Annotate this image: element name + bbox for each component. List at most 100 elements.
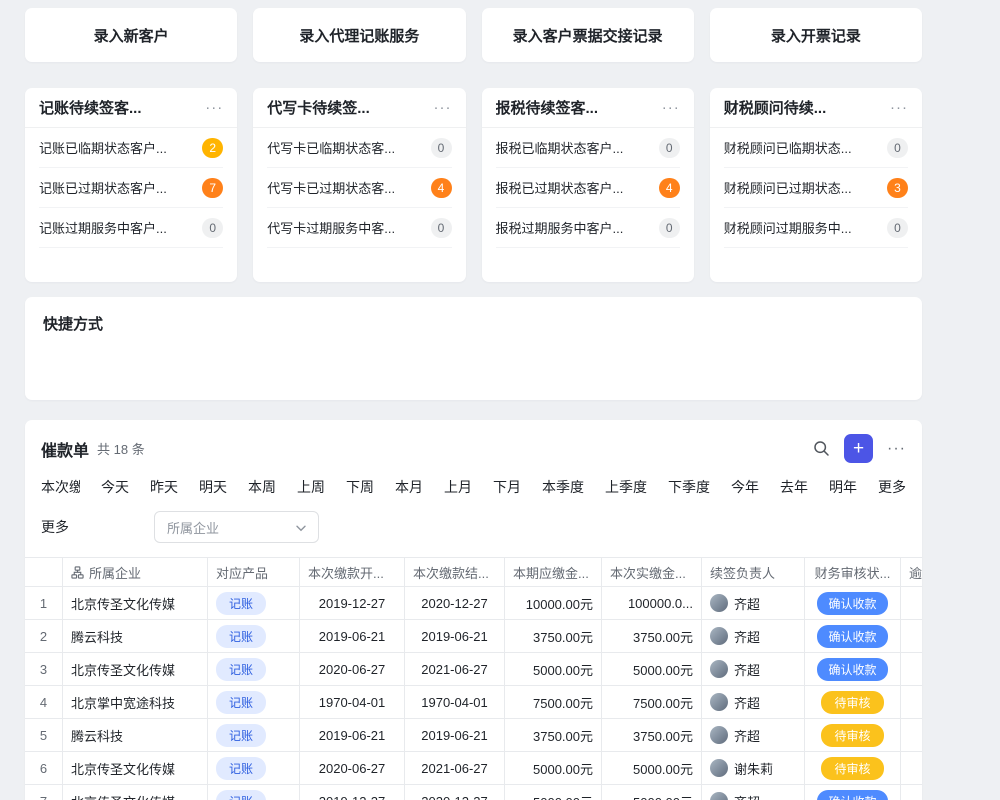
overdue-cell[interactable] bbox=[901, 620, 922, 652]
pay-end-cell[interactable]: 2021-06-27 bbox=[405, 653, 505, 685]
pay-end-cell[interactable]: 1970-04-01 bbox=[405, 686, 505, 718]
company-cell[interactable]: 腾云科技 bbox=[63, 620, 208, 652]
pay-start-cell[interactable]: 2019-12-27 bbox=[300, 785, 405, 800]
overdue-cell[interactable] bbox=[901, 686, 922, 718]
amount-due-cell[interactable]: 7500.00元 bbox=[505, 686, 602, 718]
amount-due-cell[interactable]: 10000.00元 bbox=[505, 587, 602, 619]
more-menu-icon[interactable]: ··· bbox=[205, 99, 223, 116]
filter-next-quarter[interactable]: 下季度 bbox=[668, 477, 710, 497]
pay-end-cell[interactable]: 2019-06-21 bbox=[405, 620, 505, 652]
filter-last-week[interactable]: 上周 bbox=[297, 477, 325, 497]
stat-item[interactable]: 报税过期服务中客户... 0 bbox=[496, 208, 680, 248]
amount-paid-cell[interactable]: 5000.00元 bbox=[602, 653, 702, 685]
finance-status-column-header[interactable]: 财务审核状... bbox=[805, 558, 901, 586]
company-cell[interactable]: 北京传圣文化传媒 bbox=[63, 653, 208, 685]
more-menu-icon[interactable]: ··· bbox=[434, 99, 452, 116]
product-column-header[interactable]: 对应产品 bbox=[208, 558, 300, 586]
filter-yesterday[interactable]: 昨天 bbox=[150, 477, 178, 497]
overdue-cell[interactable] bbox=[901, 752, 922, 784]
pay-start-cell[interactable]: 1970-04-01 bbox=[300, 686, 405, 718]
pay-start-cell[interactable]: 2020-06-27 bbox=[300, 752, 405, 784]
overdue-cell[interactable] bbox=[901, 719, 922, 751]
product-cell[interactable]: 记账 bbox=[208, 785, 300, 800]
pay-start-cell[interactable]: 2020-06-27 bbox=[300, 653, 405, 685]
amount-paid-cell[interactable]: 5000.00元 bbox=[602, 752, 702, 784]
stat-item[interactable]: 代写卡过期服务中客... 0 bbox=[267, 208, 451, 248]
owner-cell[interactable]: 齐超 bbox=[702, 686, 805, 718]
filter-this-month[interactable]: 本月 bbox=[395, 477, 423, 497]
pay-end-cell[interactable]: 2019-06-21 bbox=[405, 719, 505, 751]
owner-cell[interactable]: 齐超 bbox=[702, 653, 805, 685]
stat-item[interactable]: 记账已临期状态客户... 2 bbox=[39, 128, 223, 168]
filter-today[interactable]: 今天 bbox=[101, 477, 129, 497]
company-filter-select[interactable]: 所属企业 bbox=[154, 511, 319, 543]
add-invoicing-record-button[interactable]: 录入开票记录 bbox=[710, 8, 922, 62]
amount-due-column-header[interactable]: 本期应缴金... bbox=[505, 558, 602, 586]
overdue-column-header[interactable]: 逾 bbox=[901, 558, 922, 586]
amount-paid-column-header[interactable]: 本次实缴金... bbox=[602, 558, 702, 586]
more-menu-icon[interactable]: ··· bbox=[662, 99, 680, 116]
finance-status-cell[interactable]: 确认收款 bbox=[805, 587, 901, 619]
pay-start-cell[interactable]: 2019-06-21 bbox=[300, 620, 405, 652]
amount-paid-cell[interactable]: 5000.00元 bbox=[602, 785, 702, 800]
filter-this-quarter[interactable]: 本季度 bbox=[542, 477, 584, 497]
add-bookkeeping-service-button[interactable]: 录入代理记账服务 bbox=[253, 8, 465, 62]
add-invoice-handover-button[interactable]: 录入客户票据交接记录 bbox=[482, 8, 694, 62]
stat-item[interactable]: 记账已过期状态客户... 7 bbox=[39, 168, 223, 208]
filter-this-year[interactable]: 今年 bbox=[731, 477, 759, 497]
amount-due-cell[interactable]: 5000.00元 bbox=[505, 653, 602, 685]
stat-item[interactable]: 报税已过期状态客户... 4 bbox=[496, 168, 680, 208]
finance-status-cell[interactable]: 确认收款 bbox=[805, 785, 901, 800]
filter-next-year[interactable]: 明年 bbox=[829, 477, 857, 497]
pay-start-column-header[interactable]: 本次缴款开... bbox=[300, 558, 405, 586]
pay-end-cell[interactable]: 2021-06-27 bbox=[405, 752, 505, 784]
stat-item[interactable]: 报税已临期状态客户... 0 bbox=[496, 128, 680, 168]
amount-due-cell[interactable]: 5000.00元 bbox=[505, 752, 602, 784]
owner-column-header[interactable]: 续签负责人 bbox=[702, 558, 805, 586]
overdue-cell[interactable] bbox=[901, 785, 922, 800]
stat-item[interactable]: 财税顾问已临期状态... 0 bbox=[724, 128, 908, 168]
overdue-cell[interactable] bbox=[901, 653, 922, 685]
search-icon[interactable] bbox=[813, 440, 830, 457]
finance-status-cell[interactable]: 确认收款 bbox=[805, 653, 901, 685]
company-cell[interactable]: 北京掌中宽途科技 bbox=[63, 686, 208, 718]
pay-end-cell[interactable]: 2020-12-27 bbox=[405, 587, 505, 619]
finance-status-cell[interactable]: 待审核 bbox=[805, 752, 901, 784]
company-cell[interactable]: 北京传圣文化传媒 bbox=[63, 752, 208, 784]
company-cell[interactable]: 北京传圣文化传媒 bbox=[63, 587, 208, 619]
stat-item[interactable]: 代写卡已临期状态客... 0 bbox=[267, 128, 451, 168]
filter-last-year[interactable]: 去年 bbox=[780, 477, 808, 497]
company-cell[interactable]: 腾云科技 bbox=[63, 719, 208, 751]
overdue-cell[interactable] bbox=[901, 587, 922, 619]
owner-cell[interactable]: 谢朱莉 bbox=[702, 752, 805, 784]
product-cell[interactable]: 记账 bbox=[208, 653, 300, 685]
product-cell[interactable]: 记账 bbox=[208, 686, 300, 718]
amount-due-cell[interactable]: 3750.00元 bbox=[505, 620, 602, 652]
stat-item[interactable]: 财税顾问已过期状态... 3 bbox=[724, 168, 908, 208]
more-filters-label[interactable]: 更多 bbox=[41, 517, 69, 537]
company-column-header[interactable]: 所属企业 bbox=[63, 558, 208, 586]
pay-end-column-header[interactable]: 本次缴款结... bbox=[405, 558, 505, 586]
amount-paid-cell[interactable]: 7500.00元 bbox=[602, 686, 702, 718]
more-menu-icon[interactable]: ··· bbox=[890, 99, 908, 116]
stat-item[interactable]: 代写卡已过期状态客... 4 bbox=[267, 168, 451, 208]
filter-more[interactable]: 更多 bbox=[878, 477, 906, 497]
filter-field-label[interactable]: 本次缴款结... bbox=[41, 477, 80, 497]
add-customer-button[interactable]: 录入新客户 bbox=[25, 8, 237, 62]
owner-cell[interactable]: 齐超 bbox=[702, 620, 805, 652]
owner-cell[interactable]: 齐超 bbox=[702, 587, 805, 619]
amount-due-cell[interactable]: 5000.00元 bbox=[505, 785, 602, 800]
stat-item[interactable]: 记账过期服务中客户... 0 bbox=[39, 208, 223, 248]
finance-status-cell[interactable]: 待审核 bbox=[805, 686, 901, 718]
filter-next-week[interactable]: 下周 bbox=[346, 477, 374, 497]
finance-status-cell[interactable]: 确认收款 bbox=[805, 620, 901, 652]
amount-paid-cell[interactable]: 3750.00元 bbox=[602, 620, 702, 652]
pay-end-cell[interactable]: 2020-12-27 bbox=[405, 785, 505, 800]
owner-cell[interactable]: 齐超 bbox=[702, 785, 805, 800]
product-cell[interactable]: 记账 bbox=[208, 719, 300, 751]
amount-due-cell[interactable]: 3750.00元 bbox=[505, 719, 602, 751]
company-cell[interactable]: 北京传圣文化传媒 bbox=[63, 785, 208, 800]
filter-next-month[interactable]: 下月 bbox=[493, 477, 521, 497]
filter-last-quarter[interactable]: 上季度 bbox=[605, 477, 647, 497]
filter-last-month[interactable]: 上月 bbox=[444, 477, 472, 497]
